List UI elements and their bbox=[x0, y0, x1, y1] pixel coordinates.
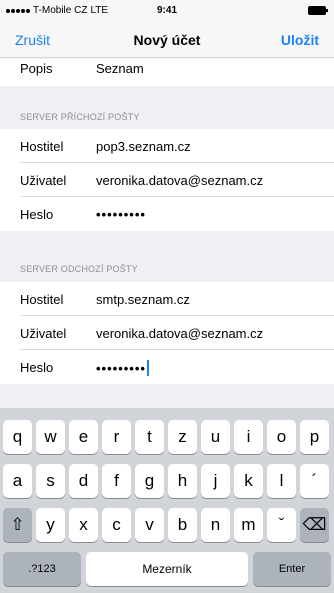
incoming-host-row[interactable]: Hostitel pop3.seznam.cz bbox=[0, 129, 334, 163]
navigation-bar: Zrušit Nový účet Uložit bbox=[0, 22, 334, 58]
key-u[interactable]: u bbox=[201, 420, 230, 454]
outgoing-password-row[interactable]: Heslo ••••••••• bbox=[0, 350, 334, 384]
shift-icon: ⇧ bbox=[10, 515, 25, 534]
outgoing-host-label: Hostitel bbox=[20, 292, 64, 307]
incoming-password-row[interactable]: Heslo ••••••••• bbox=[0, 197, 334, 231]
save-button[interactable]: Uložit bbox=[281, 32, 319, 48]
text-cursor bbox=[146, 360, 149, 376]
incoming-password-label: Heslo bbox=[20, 207, 54, 222]
description-field[interactable]: Seznam bbox=[96, 61, 144, 76]
enter-key[interactable]: Enter bbox=[253, 552, 331, 586]
incoming-user-field[interactable]: veronika.datova@seznam.cz bbox=[96, 173, 263, 188]
numbers-key[interactable]: .?123 bbox=[3, 552, 81, 586]
backspace-key[interactable]: ⌫ bbox=[300, 508, 329, 542]
incoming-host-field[interactable]: pop3.seznam.cz bbox=[96, 139, 191, 154]
key-m[interactable]: m bbox=[234, 508, 263, 542]
status-time: 9:41 bbox=[156, 5, 177, 16]
incoming-section-header: SERVER PŘÍCHOZÍ POŠTY bbox=[20, 112, 140, 122]
key-a[interactable]: a bbox=[3, 464, 32, 498]
keyboard: q w e r t z u i o p a s d f g h j k l ´ … bbox=[0, 408, 334, 593]
outgoing-password-value: ••••••••• bbox=[96, 361, 146, 376]
shift-key[interactable]: ⇧ bbox=[3, 508, 32, 542]
key-w[interactable]: w bbox=[36, 420, 65, 454]
key-d[interactable]: d bbox=[69, 464, 98, 498]
key-j[interactable]: j bbox=[201, 464, 230, 498]
key-b[interactable]: b bbox=[168, 508, 197, 542]
key-v[interactable]: v bbox=[135, 508, 164, 542]
key-i[interactable]: i bbox=[234, 420, 263, 454]
key-acute-accent[interactable]: ´ bbox=[300, 464, 329, 498]
incoming-user-label: Uživatel bbox=[20, 173, 67, 188]
key-o[interactable]: o bbox=[267, 420, 296, 454]
backspace-icon: ⌫ bbox=[302, 515, 327, 534]
key-caron[interactable]: ˇ bbox=[267, 508, 296, 542]
incoming-host-label: Hostitel bbox=[20, 139, 64, 154]
key-n[interactable]: n bbox=[201, 508, 230, 542]
outgoing-host-row[interactable]: Hostitel smtp.seznam.cz bbox=[0, 282, 334, 316]
outgoing-user-row[interactable]: Uživatel veronika.datova@seznam.cz bbox=[0, 316, 334, 350]
status-bar: T-Mobile CZ LTE 9:41 bbox=[0, 0, 334, 22]
outgoing-section-header: SERVER ODCHOZÍ POŠTY bbox=[20, 264, 138, 274]
description-label: Popis bbox=[20, 61, 53, 76]
key-q[interactable]: q bbox=[3, 420, 32, 454]
key-p[interactable]: p bbox=[300, 420, 329, 454]
key-e[interactable]: e bbox=[69, 420, 98, 454]
outgoing-user-label: Uživatel bbox=[20, 326, 67, 341]
battery-icon bbox=[308, 6, 328, 15]
key-l[interactable]: l bbox=[267, 464, 296, 498]
key-k[interactable]: k bbox=[234, 464, 263, 498]
key-c[interactable]: c bbox=[102, 508, 131, 542]
key-r[interactable]: r bbox=[102, 420, 131, 454]
description-row[interactable]: Popis Seznam bbox=[0, 59, 334, 86]
key-h[interactable]: h bbox=[168, 464, 197, 498]
outgoing-password-label: Heslo bbox=[20, 360, 54, 375]
space-key[interactable]: Mezerník bbox=[86, 552, 248, 586]
key-g[interactable]: g bbox=[135, 464, 164, 498]
key-t[interactable]: t bbox=[135, 420, 164, 454]
key-f[interactable]: f bbox=[102, 464, 131, 498]
key-z[interactable]: z bbox=[168, 420, 197, 454]
incoming-user-row[interactable]: Uživatel veronika.datova@seznam.cz bbox=[0, 163, 334, 197]
key-s[interactable]: s bbox=[36, 464, 65, 498]
key-x[interactable]: x bbox=[69, 508, 98, 542]
outgoing-host-field[interactable]: smtp.seznam.cz bbox=[96, 292, 190, 307]
incoming-password-field[interactable]: ••••••••• bbox=[96, 207, 146, 222]
outgoing-password-field[interactable]: ••••••••• bbox=[96, 360, 149, 376]
outgoing-user-field[interactable]: veronika.datova@seznam.cz bbox=[96, 326, 263, 341]
key-y[interactable]: y bbox=[36, 508, 65, 542]
